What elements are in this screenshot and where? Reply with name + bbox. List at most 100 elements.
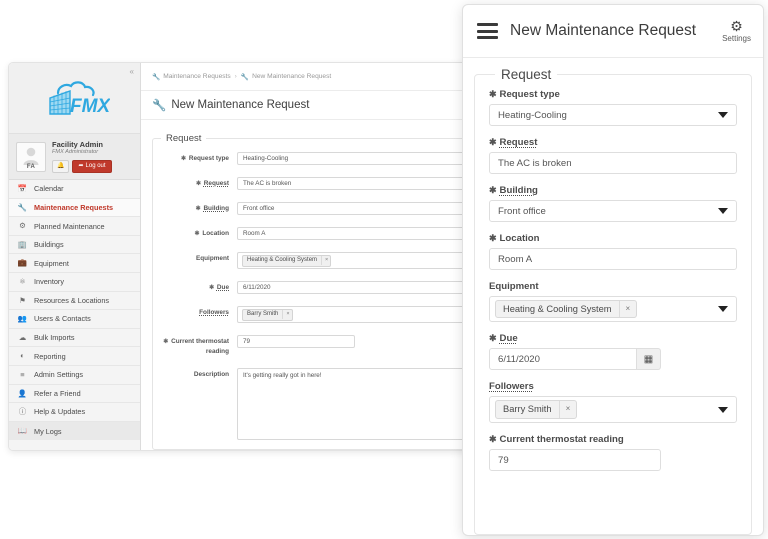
form-row-current-thermostat-reading: ✱ Current thermostat reading 79 — [153, 331, 468, 356]
due-date-input[interactable]: 6/11/2020 — [237, 281, 468, 294]
user-silhouette-icon — [22, 146, 40, 165]
mobile-page-title: New Maintenance Request — [510, 22, 710, 40]
breadcrumb-current-label: New Maintenance Request — [252, 73, 331, 80]
question-circle-icon: ⓘ — [18, 408, 27, 416]
location-input[interactable]: Room A — [489, 248, 737, 270]
close-icon[interactable]: × — [559, 401, 577, 417]
sidebar-item-maintenance-requests[interactable]: 🔧 Maintenance Requests — [9, 199, 140, 218]
wrench-icon: 🔧 — [152, 98, 166, 112]
sidebar-item-planned-maintenance[interactable]: ⚙ Planned Maintenance — [9, 217, 140, 236]
mobile-row-building: ✱ Building Front office — [489, 185, 737, 222]
sidebar-item-bulk-imports[interactable]: ☁ Bulk Imports — [9, 329, 140, 348]
page-title-label: New Maintenance Request — [171, 99, 309, 111]
sidebar-item-my-logs[interactable]: 📖 My Logs — [9, 422, 140, 441]
request-input[interactable]: The AC is broken — [489, 152, 737, 174]
request-type-select[interactable]: Heating-Cooling — [489, 104, 737, 126]
breadcrumb-parent[interactable]: 🔧 Maintenance Requests — [152, 73, 231, 81]
request-input[interactable]: The AC is broken — [237, 177, 468, 190]
notifications-bell-button[interactable]: 🔔 — [52, 160, 69, 172]
building-select[interactable]: Front office — [489, 200, 737, 222]
description-textarea[interactable]: It's getting really got in here! — [237, 368, 468, 440]
sidebar-item-refer-a-friend[interactable]: 👤 Refer a Friend — [9, 385, 140, 404]
screenshot-stage: « FMX — [0, 0, 768, 539]
sidebar-item-inventory[interactable]: ⚛ Inventory — [9, 273, 140, 292]
sidebar-item-label: Bulk Imports — [34, 333, 75, 342]
log-out-button[interactable]: ➦ Log out — [72, 160, 111, 173]
sidebar-item-equipment[interactable]: 💼 Equipment — [9, 254, 140, 273]
required-marker: ✱ — [489, 434, 497, 445]
due-date-group: 6/11/2020 ▦ — [489, 348, 661, 370]
close-icon[interactable]: × — [282, 310, 289, 318]
location-input[interactable]: Room A — [237, 227, 468, 240]
wrench-icon: 🔧 — [152, 73, 160, 81]
followers-token-input[interactable]: Barry Smith × — [237, 306, 468, 323]
bell-icon: 🔔 — [57, 163, 64, 169]
field-label-text: Location — [500, 233, 540, 244]
book-icon: 📖 — [18, 427, 27, 435]
breadcrumb-current: 🔧 New Maintenance Request — [241, 73, 331, 81]
sidebar-item-label: Resources & Locations — [34, 296, 109, 305]
field-label-text: Request — [500, 137, 538, 148]
close-icon[interactable]: × — [619, 301, 637, 317]
thermostat-reading-input[interactable]: 79 — [237, 335, 355, 348]
sidebar-item-admin-settings[interactable]: ≡ Admin Settings — [9, 366, 140, 385]
equipment-token-label: Heating & Cooling System — [247, 256, 317, 265]
form-row-description: Description It's getting really got in h… — [153, 364, 468, 440]
sidebar-item-label: Planned Maintenance — [34, 222, 105, 231]
close-icon[interactable]: × — [321, 256, 328, 264]
equipment-token: Heating & Cooling System × — [242, 255, 331, 267]
field-label-text: Request type — [500, 89, 560, 100]
form-row-building: ✱ Building Front office — [153, 198, 468, 215]
desktop-form-body: Request ✱ Request type Heating-Cooling ✱… — [141, 120, 469, 450]
chevron-down-icon — [718, 407, 728, 413]
sidebar-item-calendar[interactable]: 📅 Calendar — [9, 180, 140, 199]
building-input[interactable]: Front office — [237, 202, 468, 215]
settings-button[interactable]: ⚙ Settings — [722, 19, 751, 44]
mobile-row-followers: Followers Barry Smith × — [489, 381, 737, 422]
field-label-text: Equipment — [196, 255, 229, 262]
calendar-picker-button[interactable]: ▦ — [637, 348, 661, 370]
field-label-text: Followers — [489, 381, 534, 392]
form-row-request-type: ✱ Request type Heating-Cooling — [153, 148, 468, 165]
sidebar-item-reporting[interactable]: ◐ Reporting — [9, 347, 140, 366]
request-type-input[interactable]: Heating-Cooling — [237, 152, 468, 165]
sidebar-collapse-icon[interactable]: « — [127, 66, 137, 78]
avatar-initials: FA — [17, 164, 45, 170]
hamburger-menu-icon[interactable] — [477, 23, 498, 39]
profile-role: FMX Administrator — [52, 149, 133, 156]
equipment-select[interactable]: Heating & Cooling System × — [489, 296, 737, 322]
required-marker: ✱ — [195, 231, 200, 237]
sidebar-item-label: Admin Settings — [34, 370, 83, 379]
required-marker: ✱ — [489, 185, 497, 196]
field-label: Equipment — [153, 252, 237, 263]
field-label: ✱ Current thermostat reading — [153, 335, 237, 356]
required-marker: ✱ — [489, 333, 497, 344]
sliders-icon: ≡ — [18, 371, 27, 379]
due-date-input[interactable]: 6/11/2020 — [489, 348, 637, 370]
sidebar-item-users-contacts[interactable]: 👥 Users & Contacts — [9, 310, 140, 329]
field-label-text: Current thermostat reading — [171, 338, 229, 355]
field-label: Equipment — [489, 281, 737, 292]
field-label: Followers — [153, 306, 237, 317]
field-label-text: Location — [202, 230, 229, 237]
sidebar-item-resources-locations[interactable]: ⚑ Resources & Locations — [9, 292, 140, 311]
equipment-token-input[interactable]: Heating & Cooling System × — [237, 252, 468, 269]
required-marker: ✱ — [489, 233, 497, 244]
profile-name: Facility Admin — [52, 140, 133, 149]
sidebar-item-help-updates[interactable]: ⓘ Help & Updates — [9, 403, 140, 422]
user-profile: FA Facility Admin FMX Administrator 🔔 ➦ … — [9, 133, 140, 180]
mobile-row-location: ✱ Location Room A — [489, 233, 737, 270]
gears-icon: ⚙ — [18, 222, 27, 230]
settings-label: Settings — [722, 34, 751, 43]
field-label: Description — [153, 368, 237, 379]
field-label: ✱ Request — [153, 177, 237, 189]
chevron-down-icon — [718, 112, 728, 118]
thermostat-reading-input[interactable]: 79 — [489, 449, 661, 471]
followers-select[interactable]: Barry Smith × — [489, 396, 737, 422]
page-title: 🔧 New Maintenance Request — [141, 91, 469, 120]
required-marker: ✱ — [489, 137, 497, 148]
sidebar-item-buildings[interactable]: 🏢 Buildings — [9, 236, 140, 255]
field-label: ✱ Request — [489, 137, 737, 148]
form-row-due: ✱ Due 6/11/2020 — [153, 277, 468, 294]
desktop-main: 🔧 Maintenance Requests › 🔧 New Maintenan… — [141, 63, 469, 450]
